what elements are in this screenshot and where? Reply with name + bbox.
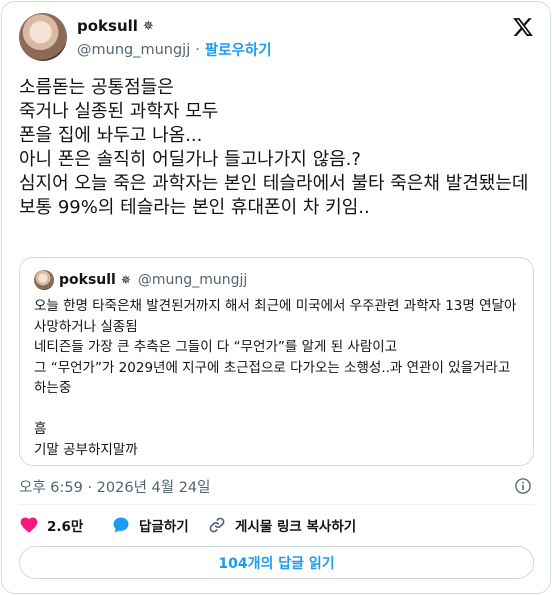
author-display-name[interactable]: poksull [77,17,138,35]
read-replies-button[interactable]: 104개의 답글 읽기 [19,546,534,579]
author-handle[interactable]: @mung_mungjj [77,42,190,58]
heart-icon [20,517,38,533]
divider [19,504,534,505]
quoted-author-row: poksull ✵ @mung_mungjj [59,270,247,290]
copy-link-label: 게시물 링크 복사하기 [235,519,357,535]
separator-dot: · [195,41,200,58]
reply-label: 답글하기 [139,519,189,535]
like-button[interactable]: 2.6만 [19,515,111,535]
action-bar: 2.6만 답글하기 게시물 링크 복사하기 [19,513,356,537]
like-count: 2.6만 [47,519,84,535]
post-text: 소름돋는 공통점들은 죽거나 실종된 과학자 모두 폰을 집에 놔두고 나옴..… [19,77,529,218]
reply-button[interactable]: 답글하기 [111,515,207,535]
ornament-icon: ✵ [120,273,131,287]
reply-bubble-icon [113,517,129,533]
x-logo-icon[interactable] [512,16,534,38]
avatar[interactable] [19,13,67,61]
post-timestamp[interactable]: 오후 6:59 · 2026년 4월 24일 [19,476,211,497]
author-name-row: poksull ✵ [77,16,154,36]
copy-link-button[interactable]: 게시물 링크 복사하기 [207,515,356,535]
author-handle-row: @mung_mungjj · 팔로우하기 [77,39,272,60]
follow-button[interactable]: 팔로우하기 [205,39,272,60]
quoted-text: 오늘 한명 타죽은채 발견된거까지 해서 최근에 미국에서 우주관련 과학자 1… [34,298,517,458]
quoted-handle: @mung_mungjj [137,272,248,288]
link-icon [209,517,225,533]
ornament-icon: ✵ [142,18,154,34]
quoted-avatar [34,270,54,290]
quoted-display-name: poksull [59,272,116,288]
post-card: poksull ✵ @mung_mungjj · 팔로우하기 소름돋는 공통점들… [1,1,551,594]
info-icon[interactable] [514,477,532,495]
quoted-post[interactable]: poksull ✵ @mung_mungjj 오늘 한명 타죽은채 발견된거까지… [19,257,534,466]
